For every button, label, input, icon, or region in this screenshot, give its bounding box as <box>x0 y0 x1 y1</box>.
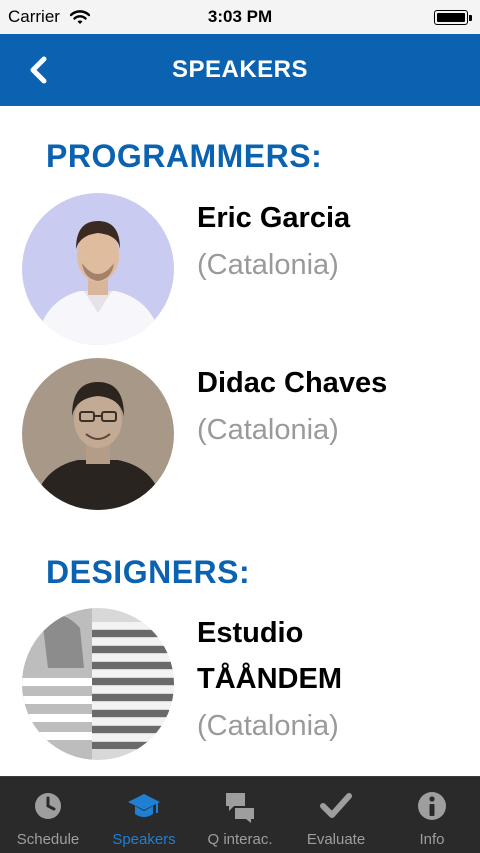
speaker-region: (Catalonia) <box>197 710 339 742</box>
section-title-programmers: PROGRAMMERS: <box>46 138 323 174</box>
speaker-name-line: TÅÅNDEM <box>197 663 342 695</box>
speaker-region: (Catalonia) <box>197 414 339 446</box>
speaker-name: Didac Chaves <box>197 360 387 406</box>
speaker-region: (Catalonia) <box>197 249 339 281</box>
speaker-name: Eric Garcia <box>197 195 350 241</box>
tab-label: Speakers <box>112 831 176 848</box>
avatar <box>22 193 174 345</box>
speaker-name-line: Estudio <box>197 617 304 649</box>
avatar-photo <box>22 358 174 510</box>
speaker-item-estudio-taandem[interactable]: Estudio TÅÅNDEM (Catalonia) <box>22 608 480 760</box>
tab-evaluate[interactable]: Evaluate <box>288 777 384 853</box>
speaker-name: Estudio TÅÅNDEM <box>197 610 342 702</box>
speaker-name-line: Didac Chaves <box>197 367 388 399</box>
tab-q-interac[interactable]: Q interac. <box>192 777 288 853</box>
tab-bar: Schedule Speakers Q interac. Evaluate In… <box>0 776 480 853</box>
chat-bubbles-icon <box>226 793 254 823</box>
status-bar: Carrier 3:03 PM <box>0 0 480 34</box>
page-title: SPEAKERS <box>171 56 309 83</box>
tab-label: Q interac. <box>207 831 273 848</box>
tab-schedule[interactable]: Schedule <box>0 777 96 853</box>
speakers-list[interactable]: PROGRAMMERS: Eric Garcia (Catalonia) Did… <box>0 106 480 776</box>
status-time: 3:03 PM <box>207 7 273 26</box>
avatar-photo <box>22 608 174 760</box>
avatar <box>22 608 174 760</box>
avatar <box>22 358 174 510</box>
checkmark-icon <box>320 793 352 818</box>
avatar-photo <box>22 193 174 345</box>
graduation-cap-icon <box>128 794 160 817</box>
navigation-bar: SPEAKERS <box>0 34 480 106</box>
speaker-name-line: Eric Garcia <box>197 202 351 234</box>
speaker-item-eric-garcia[interactable]: Eric Garcia (Catalonia) <box>22 193 480 345</box>
info-icon <box>418 792 446 820</box>
tab-speakers[interactable]: Speakers <box>96 777 192 853</box>
tab-info[interactable]: Info <box>384 777 480 853</box>
speaker-item-didac-chaves[interactable]: Didac Chaves (Catalonia) <box>22 358 480 510</box>
tab-label: Info <box>419 831 445 848</box>
clock-icon <box>35 793 61 819</box>
tab-label: Schedule <box>16 831 80 848</box>
tab-label: Evaluate <box>306 831 366 848</box>
section-title-designers: DESIGNERS: <box>46 554 251 590</box>
battery-icon <box>434 10 472 25</box>
